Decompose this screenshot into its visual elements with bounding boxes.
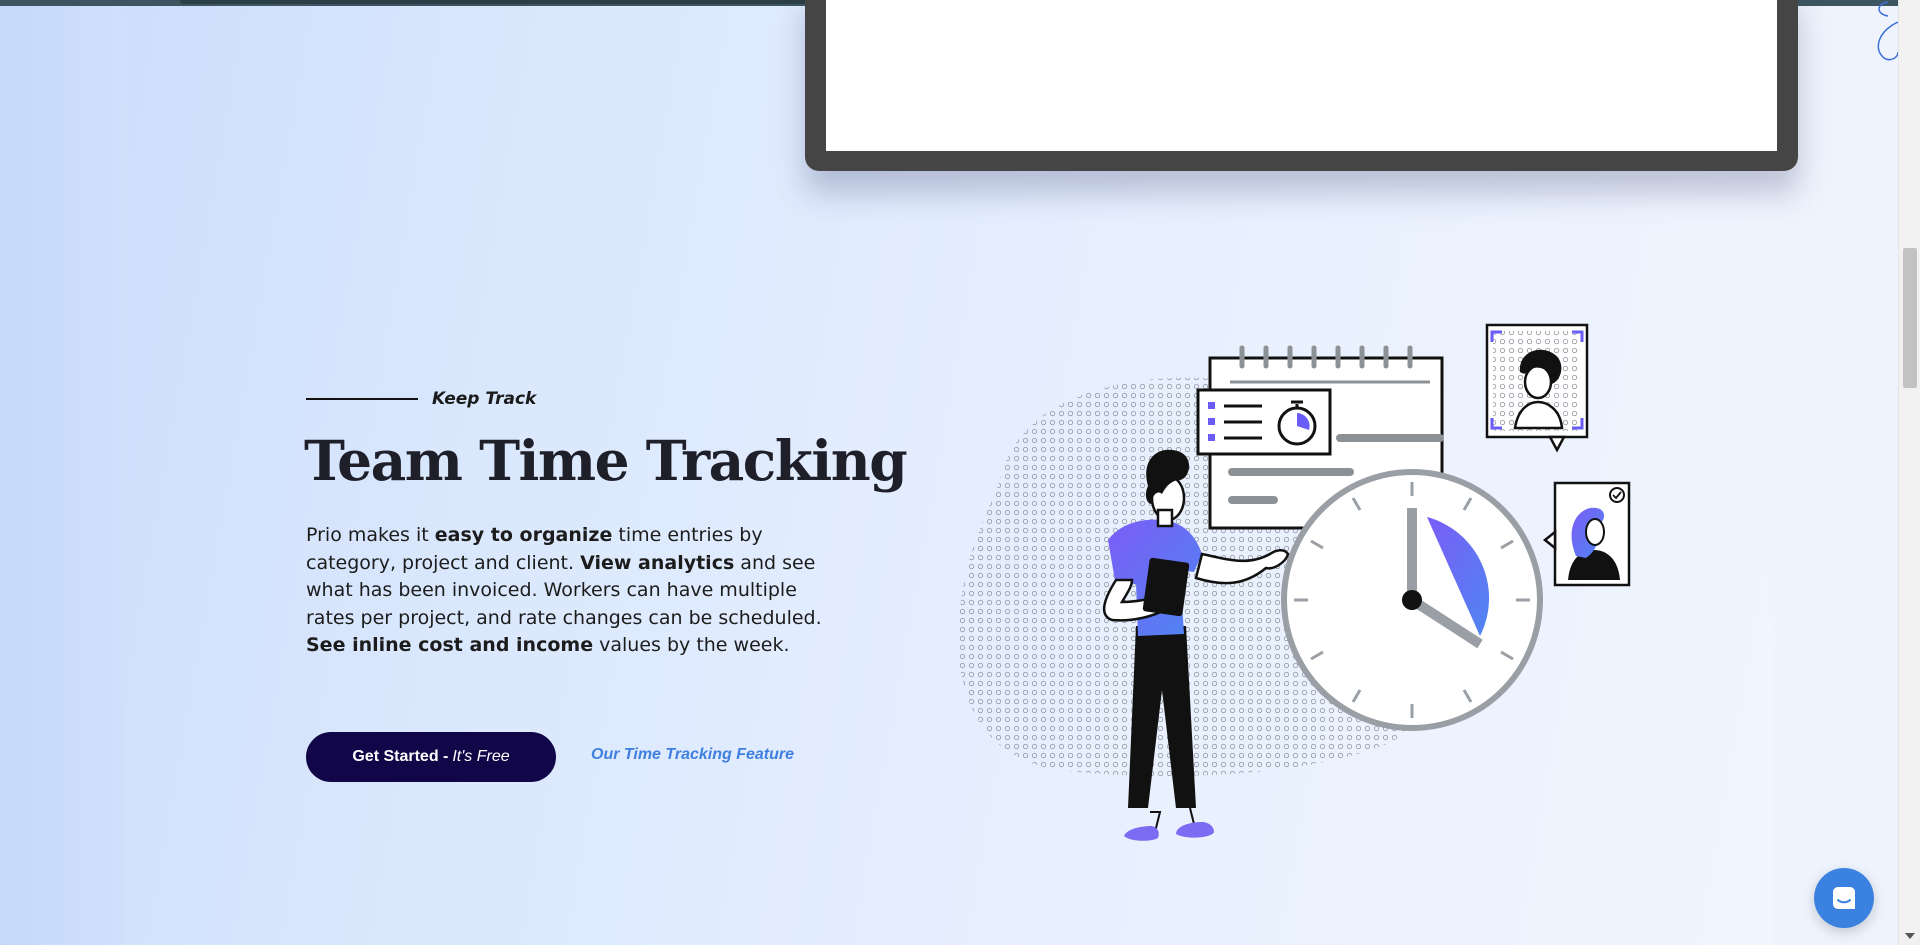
get-started-button[interactable]: Get Started - It's Free bbox=[306, 732, 556, 782]
section-description: Prio makes it easy to organize time entr… bbox=[306, 522, 826, 660]
eyebrow-label: Keep Track bbox=[432, 389, 537, 409]
time-tracking-illustration bbox=[958, 323, 1631, 841]
scrollbar-thumb[interactable] bbox=[1903, 248, 1917, 388]
scroll-down-arrow-icon[interactable] bbox=[1905, 933, 1915, 939]
chat-launcher-button[interactable] bbox=[1814, 868, 1874, 928]
description-bold-3: See inline cost and income bbox=[306, 634, 594, 656]
chat-icon bbox=[1833, 887, 1855, 909]
section-eyebrow: Keep Track bbox=[306, 389, 536, 409]
section-title: Team Time Tracking bbox=[304, 428, 908, 493]
description-bold-1: easy to organize bbox=[434, 524, 613, 546]
app-screenshot-screen bbox=[826, 0, 1777, 151]
eyebrow-rule bbox=[306, 398, 418, 400]
corner-decoration bbox=[1877, 1, 1898, 61]
left-margin bbox=[0, 6, 124, 945]
description-bold-2: View analytics bbox=[580, 551, 735, 574]
get-started-sublabel: It's Free bbox=[452, 748, 510, 765]
get-started-label: Get Started - bbox=[352, 748, 449, 765]
app-screenshot-frame bbox=[805, 0, 1798, 171]
description-part-4: values by the week. bbox=[593, 634, 790, 656]
page-scrollbar[interactable] bbox=[1898, 0, 1920, 945]
clipboard bbox=[1142, 557, 1190, 617]
time-tracking-feature-link[interactable]: Our Time Tracking Feature bbox=[591, 746, 794, 764]
description-part-1: Prio makes it bbox=[306, 524, 435, 546]
